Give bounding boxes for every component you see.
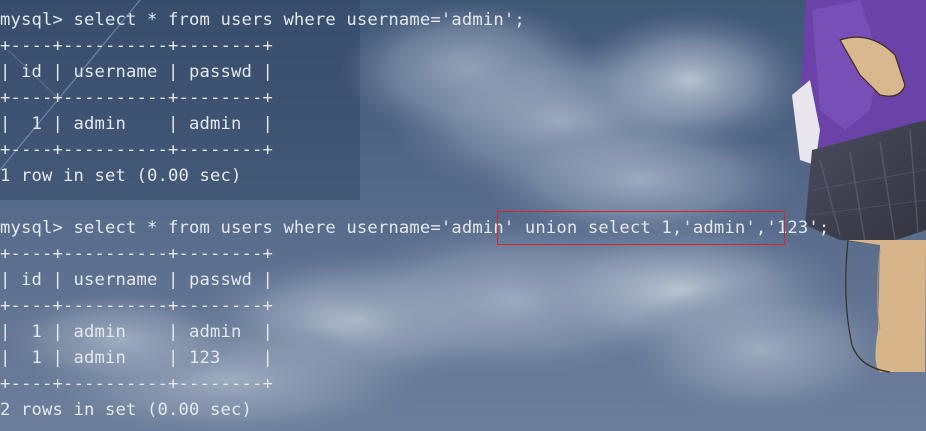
- table-border: +----+----------+--------+: [0, 374, 273, 394]
- table-row: | 1 | admin | admin |: [0, 322, 273, 342]
- table-border: +----+----------+--------+: [0, 244, 273, 264]
- result-summary: 1 row in set (0.00 sec): [0, 166, 242, 186]
- result-summary: 2 rows in set (0.00 sec): [0, 400, 252, 420]
- table-border: +----+----------+--------+: [0, 36, 273, 56]
- terminal-window[interactable]: mysql> select * from users where usernam…: [0, 0, 926, 431]
- table-border: +----+----------+--------+: [0, 140, 273, 160]
- mysql-prompt-line: mysql> select * from users where usernam…: [0, 10, 525, 30]
- table-row: | 1 | admin | 123 |: [0, 348, 273, 368]
- union-injection-highlight-box: [497, 211, 785, 245]
- table-border: +----+----------+--------+: [0, 296, 273, 316]
- table-border: +----+----------+--------+: [0, 88, 273, 108]
- table-header-row: | id | username | passwd |: [0, 270, 273, 290]
- table-row: | 1 | admin | admin |: [0, 114, 273, 134]
- table-header-row: | id | username | passwd |: [0, 62, 273, 82]
